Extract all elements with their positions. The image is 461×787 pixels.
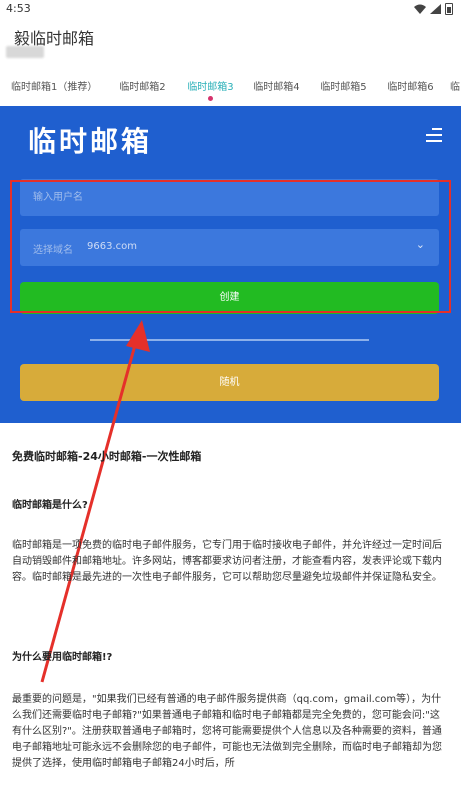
tab-mail-4[interactable]: 临时邮箱4 [253, 72, 300, 106]
redacted-subtitle [6, 46, 44, 58]
tab-mail-3[interactable]: 临时邮箱3 [185, 72, 236, 106]
wifi-icon [414, 4, 426, 14]
status-icons [414, 3, 453, 15]
active-tab-indicator [208, 96, 213, 101]
username-field[interactable] [20, 179, 439, 216]
random-button[interactable]: 随机 [20, 364, 439, 401]
battery-icon [445, 3, 453, 15]
create-button[interactable]: 创建 [20, 282, 439, 314]
status-bar: 4:53 [0, 0, 461, 18]
tab-mail-6[interactable]: 临时邮箱6 [387, 72, 434, 106]
section-heading-why: 为什么要用临时邮箱!? [12, 652, 113, 663]
tab-bar: 临时邮箱1（推荐） 临时邮箱2 临时邮箱3 临时邮箱4 临时邮箱5 临时邮箱6 … [0, 72, 461, 106]
tab-mail-1[interactable]: 临时邮箱1（推荐） [11, 72, 97, 106]
status-time: 4:53 [6, 2, 31, 15]
section-paragraph-what: 临时邮箱是一项免费的临时电子邮件服务，它专门用于临时接收电子邮件，并允许经过一定… [12, 540, 442, 583]
tab-mail-7[interactable]: 临 [449, 72, 461, 106]
domain-label: 选择域名 [33, 245, 73, 256]
article-title: 免费临时邮箱-24小时邮箱-一次性邮箱 [12, 450, 202, 463]
chevron-down-icon: ⌄ [415, 238, 425, 251]
signal-icon [430, 4, 441, 14]
username-input[interactable] [20, 179, 439, 216]
menu-icon[interactable] [426, 128, 442, 142]
section-heading-what: 临时邮箱是什么? [12, 500, 88, 511]
section-paragraph-why: 最重要的问题是，"如果我们已经有普通的电子邮件服务提供商（qq.com，gmai… [12, 694, 442, 769]
app-bar: 毅临时邮箱 [0, 18, 461, 66]
tab-mail-2[interactable]: 临时邮箱2 [119, 72, 166, 106]
domain-select[interactable]: 选择域名 9663.com ⌄ [20, 229, 439, 266]
tab-mail-5[interactable]: 临时邮箱5 [320, 72, 367, 106]
divider-slider[interactable] [90, 339, 369, 341]
site-logo: 临时邮箱 [28, 125, 153, 158]
hero-section: 临时邮箱 选择域名 9663.com ⌄ 创建 随机 [0, 106, 461, 423]
domain-value: 9663.com [87, 241, 137, 252]
